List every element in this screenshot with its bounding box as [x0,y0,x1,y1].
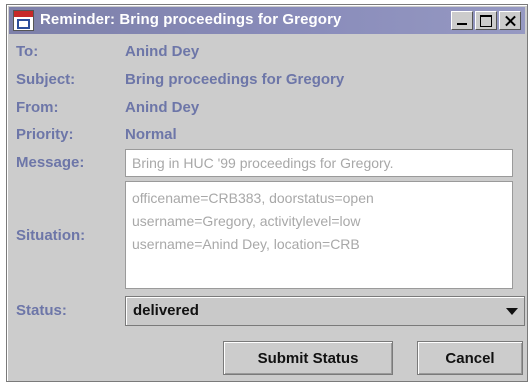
priority-value: Normal [125,126,177,143]
situation-line: officename=CRB383, doorstatus=open [132,190,374,206]
maximize-button[interactable] [475,11,497,30]
status-dropdown[interactable]: delivered [125,296,525,326]
status-label: Status: [16,302,67,319]
dropdown-arrow-icon [506,308,518,315]
status-selected-value: delivered [133,302,199,319]
situation-line: username=Anind Dey, location=CRB [132,236,360,252]
message-label: Message: [16,154,85,171]
app-window-icon [13,10,34,31]
submit-status-button[interactable]: Submit Status [223,341,393,375]
minimize-button[interactable] [451,11,473,30]
situation-line: username=Gregory, activitylevel=low [132,213,361,229]
title-bar[interactable]: Reminder: Bring proceedings for Gregory [9,7,525,34]
reminder-dialog: Reminder: Bring proceedings for Gregory … [6,4,528,382]
window-title: Reminder: Bring proceedings for Gregory [40,11,342,28]
priority-label: Priority: [16,126,74,143]
situation-textarea[interactable]: officename=CRB383, doorstatus=open usern… [125,181,513,289]
subject-label: Subject: [16,71,76,88]
to-label: To: [16,43,39,60]
from-value: Anind Dey [125,99,200,116]
close-button[interactable] [499,11,521,30]
to-value: Anind Dey [125,43,200,60]
subject-value: Bring proceedings for Gregory [125,71,345,88]
situation-label: Situation: [16,227,86,244]
cancel-button[interactable]: Cancel [417,341,523,375]
from-label: From: [16,99,59,116]
message-field[interactable]: Bring in HUC '99 proceedings for Gregory… [125,149,513,177]
